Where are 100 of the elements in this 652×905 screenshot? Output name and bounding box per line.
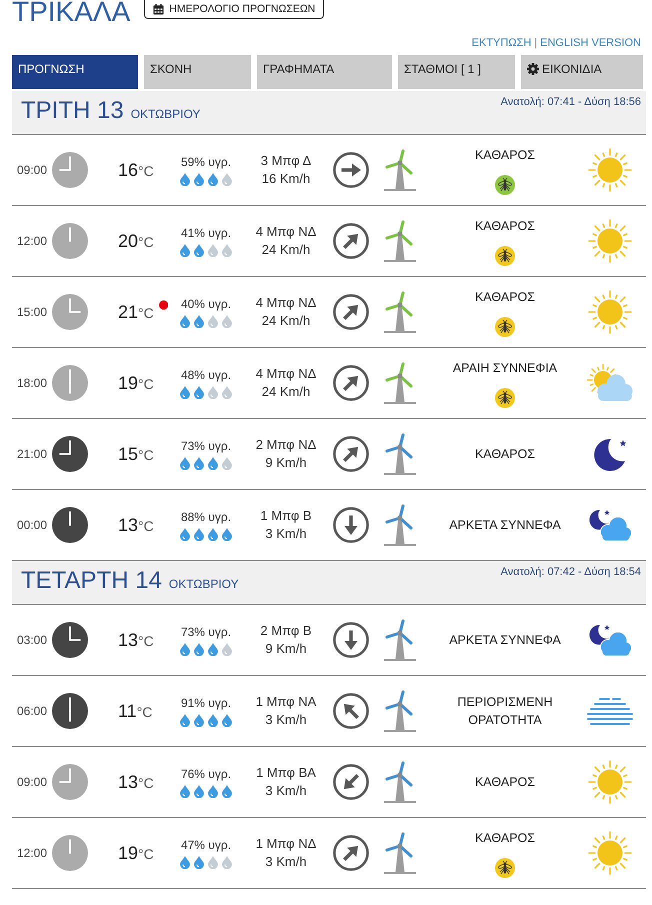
forecast-calendar-button[interactable]: ΗΜΕΡΟΛΟΓΙΟ ΠΡΟΓΝΩΣΕΩΝ (144, 0, 324, 19)
temperature-text: 13°C (118, 772, 154, 792)
temperature-text: 11°C (118, 700, 152, 722)
humidity-text: 40% υγρ. (180, 296, 232, 312)
wind-force-text: 3 Μπφ Δ (260, 152, 312, 170)
drop-icon (194, 315, 204, 328)
drop-icon (194, 457, 204, 470)
wind-speed-text: 3 Km/h (265, 525, 307, 543)
drop-icon (180, 457, 190, 470)
drop-icon (208, 457, 218, 470)
tab[interactable]: ΓΡΑΦΗΜΑΤΑ (257, 55, 392, 89)
humidity-text: 59% υγρ. (180, 154, 232, 170)
day-title: ΤΕΤΑΡΤΗ 14 (21, 567, 162, 595)
english-version-link[interactable]: ENGLISH VERSION (540, 37, 641, 49)
drop-icon (222, 785, 232, 798)
drop-icon (194, 528, 204, 541)
drop-icon (208, 856, 218, 869)
calendar-icon (153, 4, 164, 14)
drop-icon (222, 528, 232, 541)
wind-force-text: 4 Μπφ ΝΔ (256, 294, 316, 312)
wind-speed-text: 24 Km/h (262, 312, 310, 330)
time-label: 03:00 (16, 633, 47, 647)
condition-text: ΠΕΡΙΟΡΙΣΜΕΝΗ ΟΡΑΤΟΤΗΤΑ (456, 694, 554, 729)
condition-text: ΑΡΚΕΤΑ ΣΥΝΝΕΦΑ (449, 632, 561, 649)
drop-icon (180, 856, 190, 869)
wind-force-text: 1 Μπφ Β (260, 507, 312, 525)
humidity-text: 73% υγρ. (180, 438, 232, 454)
drop-icon (208, 386, 218, 399)
drop-icon (222, 856, 232, 869)
temperature-text: 13°C (118, 630, 154, 650)
drop-icon (208, 244, 218, 257)
time-label: 09:00 (16, 163, 47, 177)
humidity-text: 48% υγρ. (180, 367, 232, 383)
wind-speed-text: 9 Km/h (265, 640, 307, 658)
tab[interactable]: ΕΙΚΟΝΙΔΙΑ (521, 55, 643, 89)
time-label: 21:00 (16, 447, 47, 461)
temperature-text: 19°C (118, 842, 154, 864)
sun-icon (588, 760, 632, 804)
wind-speed-text: 9 Km/h (265, 454, 307, 472)
humidity-text: 76% υγρ. (180, 766, 232, 782)
wind-speed-text: 16 Km/h (262, 170, 310, 188)
drop-icon (194, 173, 204, 186)
drop-icon (180, 714, 190, 727)
drop-icon (208, 643, 218, 656)
tab[interactable]: ΣΤΑΘΜΟΙ [ 1 ] (398, 55, 515, 89)
condition-text: ΚΑΘΑΡΟΣ (474, 830, 536, 846)
drop-icon (180, 315, 190, 328)
condition-text: ΚΑΘΑΡΟΣ (474, 446, 536, 463)
drop-icon (208, 528, 218, 541)
wind-speed-text: 24 Km/h (262, 383, 310, 401)
wind-speed-text: 3 Km/h (265, 782, 307, 800)
condition-text: ΚΑΘΑΡΟΣ (474, 774, 536, 791)
temperature-text: 16°C (118, 160, 154, 180)
condition-text: ΚΑΘΑΡΟΣ (474, 146, 536, 164)
gear-icon (527, 63, 539, 75)
drop-icon (208, 714, 218, 727)
sun-cloud-icon (587, 364, 633, 402)
condition-text: ΚΑΘΑΡΟΣ (474, 288, 536, 306)
temperature-text: 21°C (118, 302, 154, 322)
drop-icon (180, 643, 190, 656)
wind-speed-text: 24 Km/h (262, 241, 310, 259)
time-label: 00:00 (16, 518, 47, 532)
drop-icon (180, 785, 190, 798)
tab[interactable]: ΣΚΟΝΗ (144, 55, 251, 89)
month-label: ΟΚΤΩΒΡΙΟΥ (168, 577, 239, 591)
month-label: ΟΚΤΩΒΡΙΟΥ (130, 107, 200, 121)
sun-icon (588, 148, 632, 192)
wind-force-text: 4 Μπφ ΝΔ (256, 223, 316, 241)
humidity-text: 73% υγρ. (180, 624, 232, 640)
time-label: 12:00 (16, 234, 47, 248)
print-link[interactable]: ΕΚΤΥΠΩΣΗ (472, 37, 532, 49)
time-label: 09:00 (16, 775, 47, 789)
city-title: ΤΡΙΚΑΛΑ (12, 0, 130, 24)
temperature-text: 20°C (118, 230, 154, 252)
drop-icon (222, 457, 232, 470)
day-title: ΤΡΙΤΗ 13 (21, 97, 124, 125)
drop-icon (222, 386, 232, 399)
time-label: 06:00 (16, 704, 47, 718)
drop-icon (180, 528, 190, 541)
wind-force-text: 1 Μπφ ΝΔ (256, 835, 316, 853)
drop-icon (222, 643, 232, 656)
drop-icon (180, 173, 190, 186)
drop-icon (194, 244, 204, 257)
time-label: 12:00 (16, 846, 47, 860)
drop-icon (194, 643, 204, 656)
temperature-text: 19°C (118, 372, 154, 394)
wind-force-text: 1 Μπφ ΝΑ (256, 693, 316, 711)
wind-speed-text: 3 Km/h (265, 711, 307, 729)
moon-icon (593, 436, 627, 472)
drop-icon (194, 714, 204, 727)
tab[interactable]: ΠΡΟΓΝΩΣΗ (12, 55, 138, 89)
sun-icon (588, 831, 632, 875)
drop-icon (180, 244, 190, 257)
wind-force-text: 1 Μπφ ΒΑ (256, 764, 316, 782)
moon-cloud-icon (588, 508, 632, 542)
drop-icon (180, 386, 190, 399)
condition-text: ΚΑΘΑΡΟΣ (474, 218, 536, 234)
wind-force-text: 2 Μπφ Β (260, 622, 312, 640)
drop-icon (208, 315, 218, 328)
wind-force-text: 4 Μπφ ΝΔ (256, 365, 316, 383)
